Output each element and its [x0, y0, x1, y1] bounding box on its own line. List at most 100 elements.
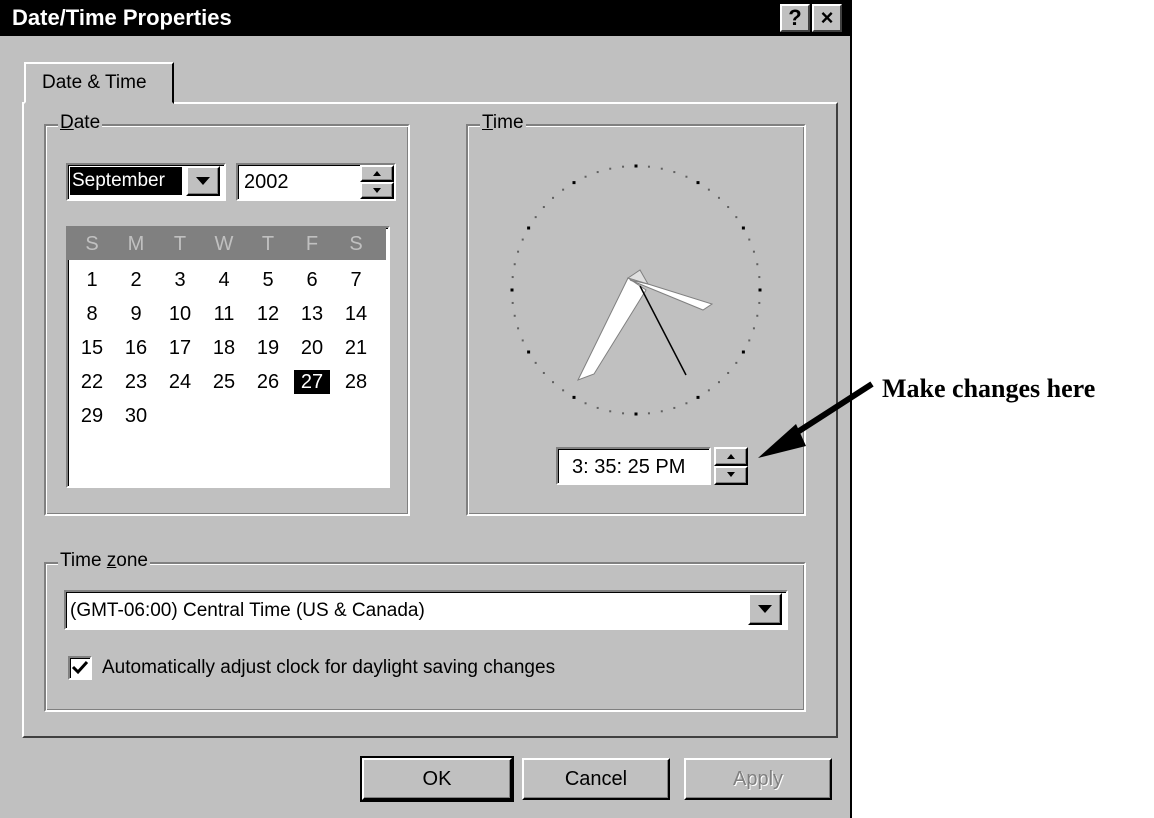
calendar-day[interactable]: 25 [206, 370, 242, 394]
weekday-header: T [173, 233, 187, 255]
clock-tick [542, 206, 545, 209]
analog-clock [510, 164, 762, 416]
calendar-day[interactable]: 9 [118, 302, 154, 326]
timezone-group [44, 562, 806, 712]
timezone-dropdown-button[interactable] [748, 593, 782, 625]
clock-tick [552, 381, 555, 384]
clock-tick [513, 263, 516, 266]
calendar-day[interactable]: 18 [206, 336, 242, 360]
clock-tick [511, 301, 514, 304]
cancel-button[interactable]: Cancel [522, 758, 670, 800]
tab-date-time[interactable]: Date & Time [24, 62, 174, 104]
clock-tick [685, 402, 688, 405]
clock-tick [758, 288, 762, 292]
clock-tick [748, 339, 751, 342]
calendar-header: SMTWTFS [68, 228, 386, 260]
clock-tick [717, 381, 720, 384]
year-spinner[interactable]: 2002 [236, 163, 396, 201]
arrow-up-icon [727, 454, 735, 459]
clock-tick [527, 350, 531, 354]
clock-tick [735, 216, 738, 219]
clock-tick [647, 412, 650, 415]
clock-tick [756, 263, 759, 266]
clock-tick [622, 165, 625, 168]
month-value: September [70, 167, 182, 195]
calendar-day[interactable]: 19 [250, 336, 286, 360]
calendar-day[interactable]: 30 [118, 404, 154, 428]
tab-label: Date & Time [42, 72, 147, 93]
clock-tick [521, 339, 524, 342]
clock-tick [758, 276, 761, 279]
year-value: 2002 [244, 171, 289, 193]
calendar-day-selected[interactable]: 27 [294, 370, 330, 394]
title-bar[interactable]: Date/Time Properties ? × [0, 0, 850, 36]
clock-tick [596, 406, 599, 409]
arrow-down-icon [373, 188, 381, 193]
month-select[interactable]: September [66, 163, 226, 201]
calendar-day[interactable]: 17 [162, 336, 198, 360]
clock-tick [517, 250, 520, 253]
clock-tick [534, 216, 537, 219]
year-down-button[interactable] [360, 182, 394, 199]
chevron-down-icon [758, 605, 772, 613]
calendar-day[interactable]: 4 [206, 268, 242, 292]
calendar-day[interactable]: 21 [338, 336, 374, 360]
apply-button[interactable]: Apply [684, 758, 832, 800]
clock-tick [562, 188, 565, 191]
clock-tick [609, 410, 612, 413]
calendar-day[interactable]: 29 [74, 404, 110, 428]
help-button[interactable]: ? [780, 4, 810, 32]
calendar-day[interactable]: 23 [118, 370, 154, 394]
time-group-legend: Time [480, 112, 526, 133]
year-up-button[interactable] [360, 165, 394, 182]
clock-tick [673, 171, 676, 174]
calendar-day[interactable]: 1 [74, 268, 110, 292]
calendar-day[interactable]: 8 [74, 302, 110, 326]
calendar-day[interactable]: 11 [206, 302, 242, 326]
date-time-properties-window: Date/Time Properties ? × Date & Time Dat… [0, 0, 852, 818]
calendar-day[interactable]: 3 [162, 268, 198, 292]
calendar-day[interactable]: 6 [294, 268, 330, 292]
clock-tick [660, 410, 663, 413]
calendar-day[interactable]: 2 [118, 268, 154, 292]
calendar-day[interactable]: 13 [294, 302, 330, 326]
dst-checkbox-label[interactable]: Automatically adjust clock for daylight … [102, 656, 555, 680]
timezone-value: (GMT-06:00) Central Time (US & Canada) [70, 600, 425, 621]
clock-tick [741, 350, 745, 354]
calendar-day[interactable]: 7 [338, 268, 374, 292]
date-group-legend: Date [58, 112, 103, 133]
timezone-group-legend: Time zone [58, 550, 150, 571]
clock-tick [727, 371, 730, 374]
weekday-header: W [214, 233, 234, 255]
clock-tick [673, 406, 676, 409]
calendar-day[interactable]: 26 [250, 370, 286, 394]
calendar-grid[interactable]: SMTWTFS 1 2 3 4 5 6 7 8 9 10 11 12 13 14 15 16 17 18 19 20 2… [66, 226, 390, 488]
clock-tick [511, 276, 514, 279]
clock-tick [609, 167, 612, 170]
clock-tick [756, 314, 759, 317]
calendar-day[interactable]: 12 [250, 302, 286, 326]
weekday-header: S [349, 233, 363, 255]
calendar-day[interactable]: 16 [118, 336, 154, 360]
calendar-day[interactable]: 14 [338, 302, 374, 326]
timezone-select[interactable]: (GMT-06:00) Central Time (US & Canada) [64, 590, 788, 630]
calendar-day[interactable]: 20 [294, 336, 330, 360]
clock-tick [572, 395, 576, 399]
ok-button[interactable]: OK [360, 756, 514, 802]
clock-tick [622, 412, 625, 415]
calendar-day[interactable]: 22 [74, 370, 110, 394]
time-input[interactable]: 3: 35: 25 PM [556, 447, 711, 485]
dst-checkbox[interactable] [68, 656, 92, 680]
calendar-day[interactable]: 24 [162, 370, 198, 394]
arrow-down-icon [727, 472, 735, 477]
time-down-button[interactable] [714, 466, 748, 485]
calendar-day[interactable]: 10 [162, 302, 198, 326]
time-spinner[interactable] [714, 447, 748, 485]
clock-tick [660, 167, 663, 170]
close-button[interactable]: × [812, 4, 842, 32]
calendar-day[interactable]: 15 [74, 336, 110, 360]
month-dropdown-button[interactable] [186, 166, 220, 196]
calendar-day[interactable]: 28 [338, 370, 374, 394]
time-up-button[interactable] [714, 447, 748, 466]
calendar-day[interactable]: 5 [250, 268, 286, 292]
